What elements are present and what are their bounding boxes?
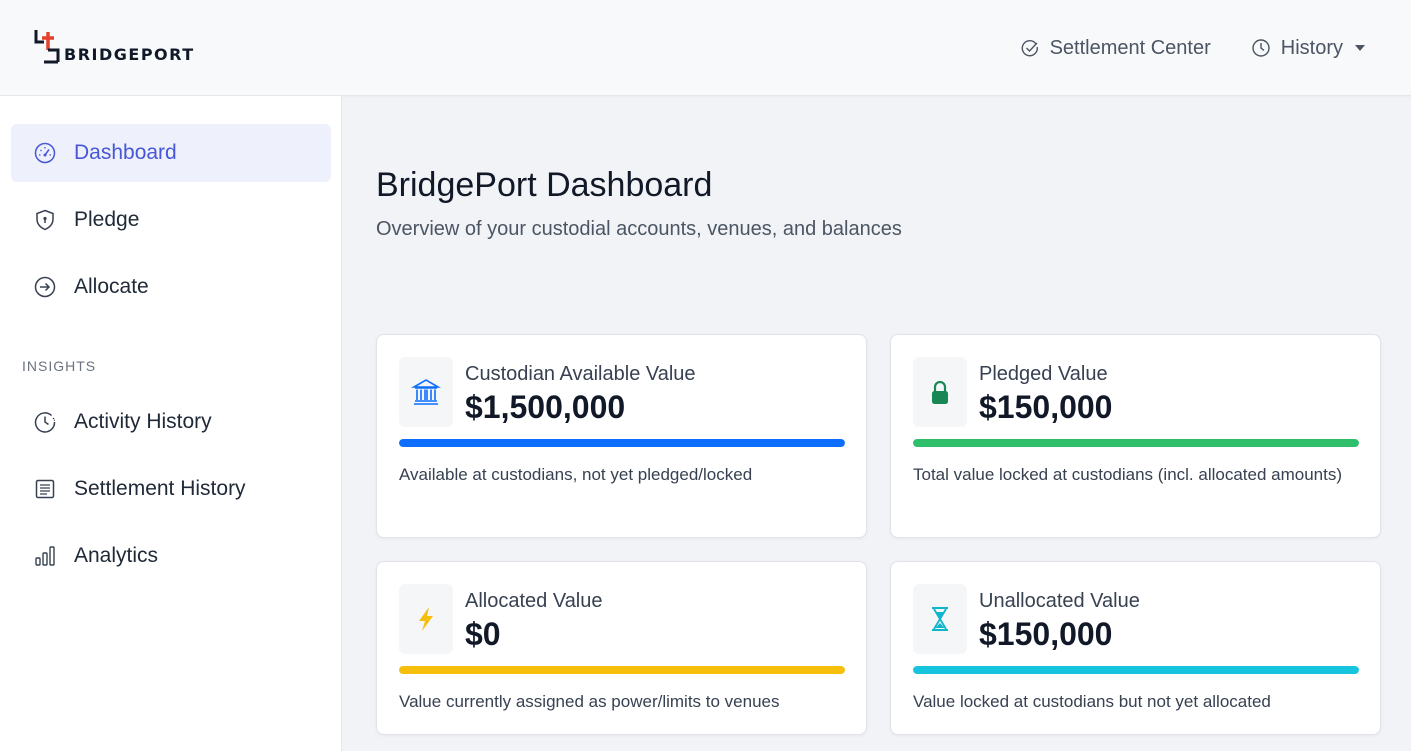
check-circle-icon <box>1021 40 1038 57</box>
progress-bar <box>913 666 1359 674</box>
progress-bar <box>913 439 1359 447</box>
sidebar-item-label: Settlement History <box>74 477 246 500</box>
sidebar-item-label: Activity History <box>74 410 212 433</box>
sidebar-item-label: Dashboard <box>74 141 177 164</box>
card-label: Unallocated Value <box>979 590 1140 612</box>
brand-name: BRIDGEPORT <box>64 45 195 64</box>
bar-chart-icon <box>32 543 58 569</box>
caret-down-icon <box>1355 45 1365 51</box>
page-subtitle: Overview of your custodial accounts, ven… <box>376 218 902 240</box>
sidebar-item-label: Allocate <box>74 275 149 298</box>
allocated-value-card: Allocated Value $0 Value currently assig… <box>376 561 867 735</box>
card-label: Custodian Available Value <box>465 363 696 385</box>
card-description: Value locked at custodians but not yet a… <box>913 692 1271 711</box>
card-value: $0 <box>465 616 501 652</box>
progress-bar-fill <box>399 439 845 447</box>
progress-bar-fill <box>913 439 1359 447</box>
arrow-right-circle-icon <box>32 274 58 300</box>
list-icon <box>32 476 58 502</box>
clock-icon <box>32 409 58 435</box>
card-description: Available at custodians, not yet pledged… <box>399 465 753 484</box>
progress-bar <box>399 666 845 674</box>
unallocated-value-card: Unallocated Value $150,000 Value locked … <box>890 561 1381 735</box>
sidebar-item-analytics[interactable]: Analytics <box>11 527 331 585</box>
card-value: $150,000 <box>979 389 1113 425</box>
card-label: Allocated Value <box>465 590 603 612</box>
sidebar: Dashboard Pledge Allocate INSIGHTS Activ… <box>0 96 342 751</box>
brand[interactable]: BRIDGEPORT <box>32 28 195 68</box>
sidebar-item-settlement-history[interactable]: Settlement History <box>11 460 331 518</box>
sidebar-item-activity-history[interactable]: Activity History <box>11 393 331 451</box>
progress-bar-fill <box>399 666 845 674</box>
sidebar-item-pledge[interactable]: Pledge <box>11 191 331 249</box>
history-label: History <box>1280 36 1343 59</box>
insights-section-label: INSIGHTS <box>22 358 97 374</box>
shield-icon <box>32 207 58 233</box>
custodian-available-card: Custodian Available Value $1,500,000 Ava… <box>376 334 867 538</box>
card-description: Total value locked at custodians (incl. … <box>913 465 1343 484</box>
card-value: $1,500,000 <box>465 389 626 425</box>
bank-icon <box>399 357 453 427</box>
card-label: Pledged Value <box>979 363 1108 385</box>
card-description: Value currently assigned as power/limits… <box>399 692 780 711</box>
settlement-center-label: Settlement Center <box>1049 36 1211 59</box>
progress-bar-fill <box>913 666 1359 674</box>
settlement-center-link[interactable]: Settlement Center <box>1020 37 1211 60</box>
sidebar-item-label: Analytics <box>74 544 159 567</box>
hourglass-icon <box>913 584 967 654</box>
card-value: $150,000 <box>979 616 1113 652</box>
progress-bar <box>399 439 845 447</box>
lock-icon <box>913 357 967 427</box>
top-nav: Settlement Center History <box>1020 0 1365 96</box>
page-title: BridgePort Dashboard <box>376 166 713 204</box>
lightning-icon <box>399 584 453 654</box>
bridgeport-logo-icon <box>34 30 60 64</box>
sidebar-item-allocate[interactable]: Allocate <box>11 258 331 316</box>
speedometer-icon <box>32 140 58 166</box>
pledged-value-card: Pledged Value $150,000 Total value locke… <box>890 334 1381 538</box>
top-navbar: BRIDGEPORT Settlement Center History <box>0 0 1411 96</box>
sidebar-item-label: Pledge <box>74 208 140 231</box>
history-dropdown[interactable]: History <box>1251 37 1365 60</box>
sidebar-item-dashboard[interactable]: Dashboard <box>11 124 331 182</box>
clock-icon <box>1252 39 1270 57</box>
